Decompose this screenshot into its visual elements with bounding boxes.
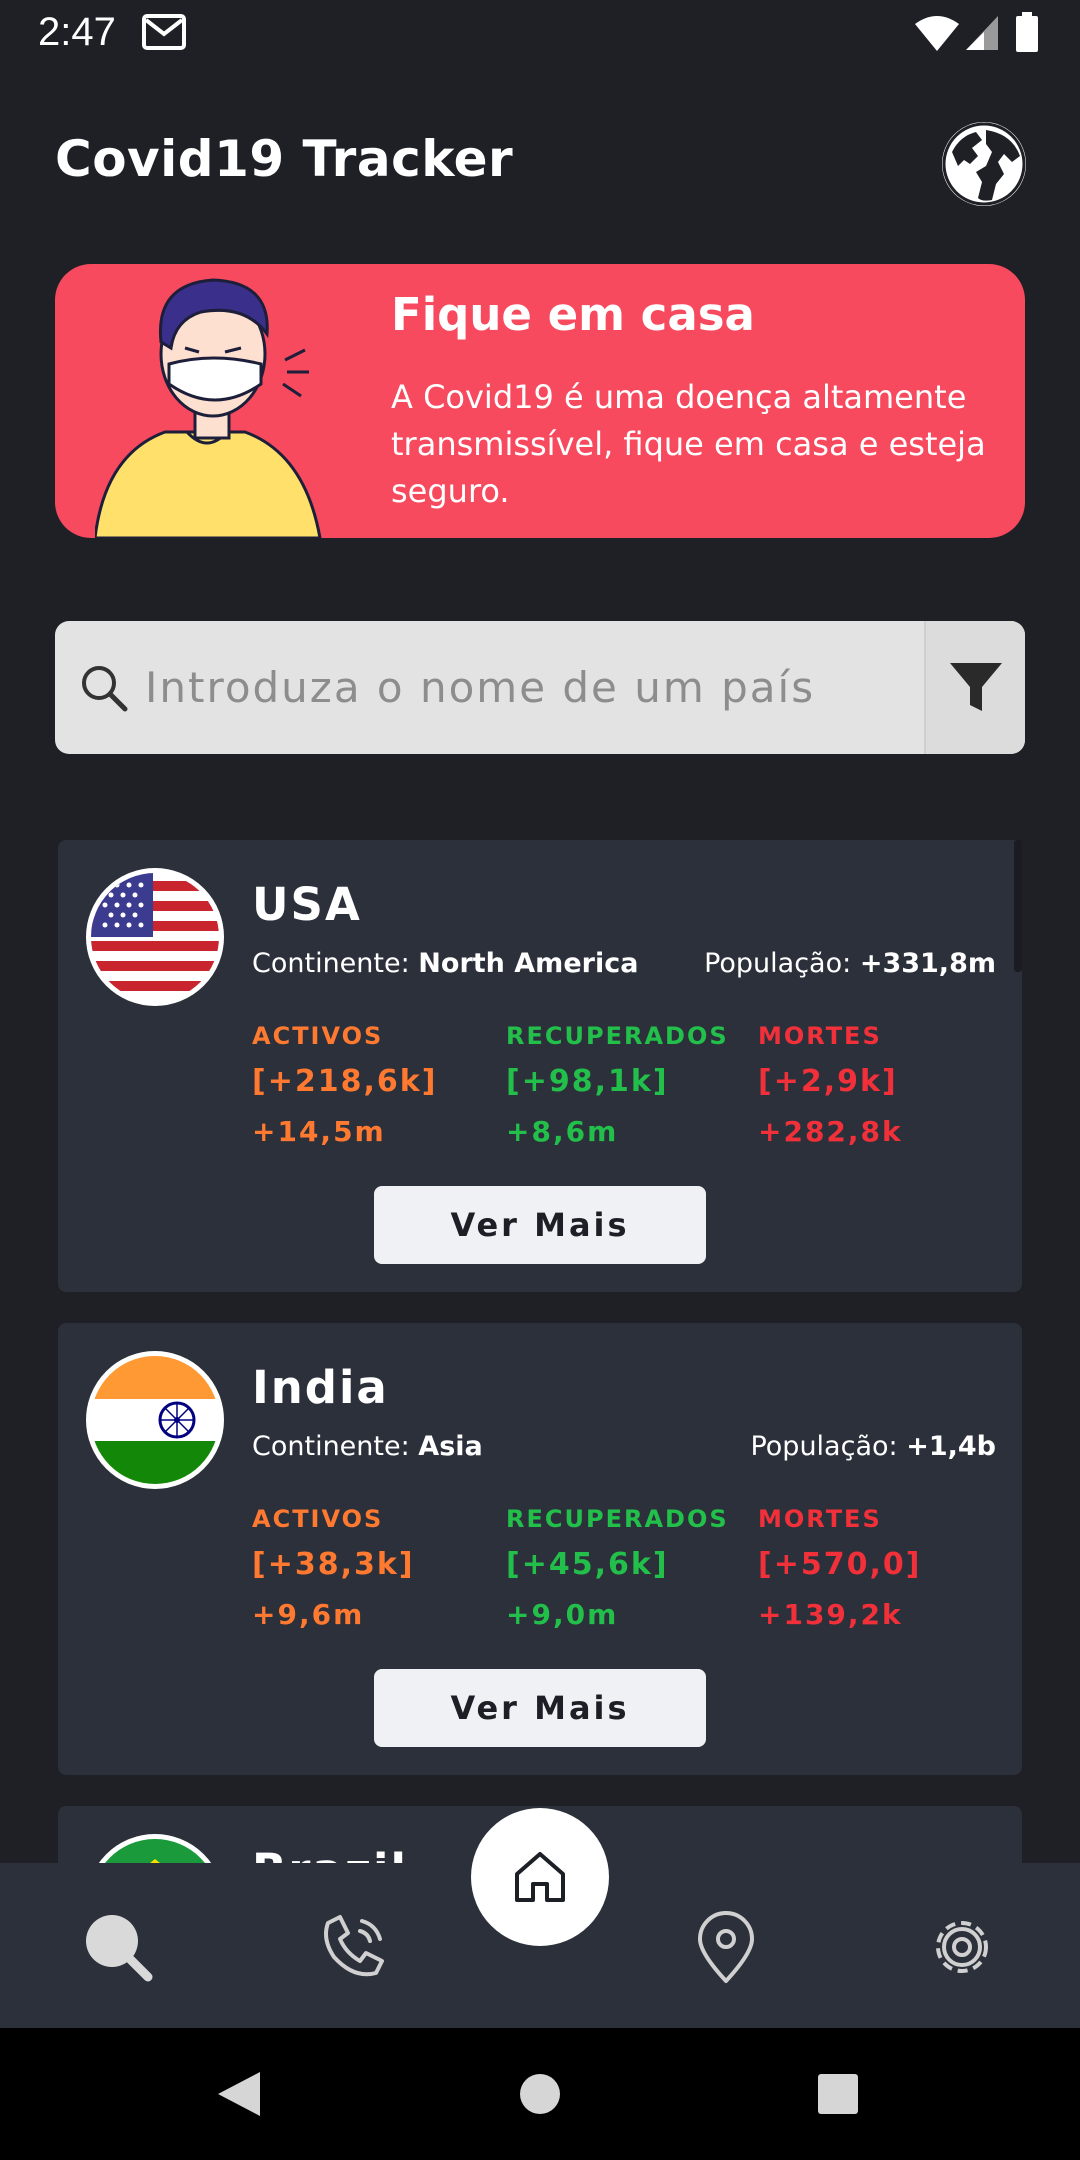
home-icon	[515, 1852, 565, 1902]
wifi-icon	[915, 16, 959, 51]
population-label: População:	[750, 1431, 898, 1462]
scrollbar[interactable]	[1014, 840, 1022, 972]
nav-settings-button[interactable]	[922, 1907, 1002, 1987]
active-label: ACTIVOS	[252, 1505, 384, 1533]
deaths-total: +139,2k	[758, 1598, 903, 1631]
country-card-usa: USA Continente: North America População:…	[58, 840, 1022, 1292]
deaths-stats: MORTES [+570,0] +139,2k	[758, 1505, 921, 1631]
back-icon[interactable]	[216, 2070, 262, 2118]
india-flag-icon	[86, 1351, 224, 1489]
filter-button[interactable]	[924, 621, 1025, 754]
population-info: População: +331,8m	[704, 948, 996, 979]
see-more-button[interactable]: Ver Mais	[374, 1186, 706, 1264]
banner-text: A Covid19 é uma doença altamente transmi…	[391, 378, 986, 510]
recovered-stats: RECUPERADOS [+45,6k] +9,0m	[506, 1505, 729, 1631]
continent-label: Continente:	[252, 1431, 410, 1462]
recovered-label: RECUPERADOS	[506, 1505, 729, 1533]
recovered-stats: RECUPERADOS [+98,1k] +8,6m	[506, 1022, 729, 1148]
active-total: +14,5m	[252, 1115, 386, 1148]
active-label: ACTIVOS	[252, 1022, 384, 1050]
system-navigation-bar	[0, 2028, 1080, 2160]
active-total: +9,6m	[252, 1598, 365, 1631]
gmail-icon	[142, 14, 186, 50]
country-name: USA	[252, 878, 362, 931]
recovered-total: +8,6m	[506, 1115, 619, 1148]
recovered-label: RECUPERADOS	[506, 1022, 729, 1050]
nav-location-button[interactable]	[686, 1907, 766, 1987]
active-stats: ACTIVOS [+38,3k] +9,6m	[252, 1505, 415, 1631]
nav-home-button[interactable]	[471, 1808, 609, 1946]
banner-title: Fique em casa	[391, 288, 755, 341]
active-today: [+38,3k]	[252, 1547, 415, 1582]
globe-button[interactable]	[942, 122, 1026, 206]
see-more-button[interactable]: Ver Mais	[374, 1669, 706, 1747]
population-info: População: +1,4b	[750, 1431, 996, 1462]
deaths-total: +282,8k	[758, 1115, 903, 1148]
active-today: [+218,6k]	[252, 1064, 438, 1099]
location-icon	[698, 1911, 754, 1983]
home-circle-icon[interactable]	[520, 2074, 560, 2114]
app-title: Covid19 Tracker	[55, 130, 514, 188]
nav-search-button[interactable]	[78, 1907, 158, 1987]
search-icon	[86, 1915, 153, 1982]
signal-icon	[966, 16, 998, 50]
recovered-today: [+45,6k]	[506, 1547, 669, 1582]
nav-phone-button[interactable]	[314, 1907, 394, 1987]
phone-icon	[324, 1915, 384, 1977]
usa-flag-icon	[86, 868, 224, 1006]
population-label: População:	[704, 948, 852, 979]
deaths-today: [+2,9k]	[758, 1064, 898, 1099]
continent-value: North America	[418, 948, 639, 979]
status-time: 2:47	[38, 10, 116, 54]
status-bar: 2:47	[0, 0, 1080, 66]
search-box	[55, 621, 1025, 754]
battery-icon	[1016, 12, 1038, 52]
stay-home-banner: Fique em casa A Covid19 é uma doença alt…	[55, 264, 1025, 538]
globe-icon	[942, 122, 1026, 206]
deaths-today: [+570,0]	[758, 1547, 922, 1582]
masked-person-illustration	[95, 278, 322, 538]
search-icon	[82, 666, 128, 712]
recents-icon[interactable]	[818, 2074, 858, 2114]
settings-icon	[936, 1921, 988, 1973]
continent-label: Continente:	[252, 948, 410, 979]
population-value: +331,8m	[859, 948, 996, 979]
continent-value: Asia	[418, 1431, 483, 1462]
deaths-label: MORTES	[758, 1505, 882, 1533]
filter-icon	[950, 663, 1002, 711]
continent-info: Continente: Asia	[252, 1431, 483, 1462]
active-stats: ACTIVOS [+218,6k] +14,5m	[252, 1022, 437, 1148]
recovered-total: +9,0m	[506, 1598, 619, 1631]
country-card-india: India Continente: Asia População: +1,4b …	[58, 1323, 1022, 1775]
country-search-input[interactable]	[145, 621, 965, 754]
recovered-today: [+98,1k]	[506, 1064, 669, 1099]
population-value: +1,4b	[906, 1431, 996, 1462]
continent-info: Continente: North America	[252, 948, 638, 979]
country-name: India	[252, 1361, 389, 1414]
deaths-stats: MORTES [+2,9k] +282,8k	[758, 1022, 903, 1148]
deaths-label: MORTES	[758, 1022, 882, 1050]
